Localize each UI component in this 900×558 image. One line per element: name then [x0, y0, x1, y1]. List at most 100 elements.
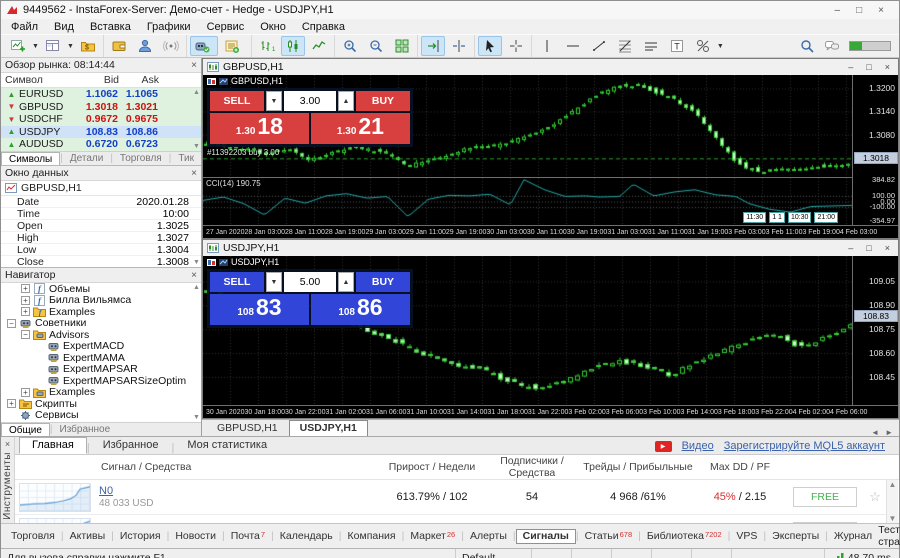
navigator-item[interactable]: −Советники: [1, 318, 201, 330]
market-watch-tab-2[interactable]: Детали: [63, 152, 110, 165]
tab-scroll-right-icon[interactable]: ►: [885, 428, 893, 436]
scroll-up-icon[interactable]: ▲: [193, 89, 200, 96]
window-close-button[interactable]: ×: [878, 5, 884, 16]
favorite-star-icon[interactable]: ☆: [864, 489, 886, 505]
candles-view-button[interactable]: [281, 36, 305, 56]
signals-scrollbar[interactable]: ▲▼: [886, 480, 898, 523]
zoom-in-button[interactable]: [338, 36, 362, 56]
chart-maximize-button[interactable]: □: [866, 243, 871, 253]
toolbox-tab-история[interactable]: История: [114, 530, 167, 542]
market-watch-row[interactable]: ▼GBPUSD1.30181.3021: [1, 101, 201, 114]
menu-item-7[interactable]: Справка: [294, 21, 353, 33]
new-order-button[interactable]: [220, 36, 248, 56]
line-view-button[interactable]: [307, 36, 331, 56]
toolbox-tab-торговля[interactable]: Торговля: [5, 530, 61, 542]
free-button[interactable]: FREE: [793, 522, 857, 523]
chart-tab-2[interactable]: USDJPY,H1: [289, 420, 368, 436]
signal-name-link[interactable]: N0: [99, 485, 113, 497]
toolbox-tab-библиотека[interactable]: Библиотека7202: [641, 530, 728, 542]
navigator-item[interactable]: +fБилла Вильямса: [1, 295, 201, 307]
market-watch-tab-1[interactable]: Символы: [1, 152, 60, 165]
toolbox-tab-компания[interactable]: Компания: [342, 530, 402, 542]
channel-button[interactable]: [639, 36, 663, 56]
menu-item-3[interactable]: Вставка: [82, 21, 139, 33]
autotrade-button[interactable]: [190, 36, 218, 56]
toolbox-tab-новости[interactable]: Новости: [169, 530, 222, 542]
chart-close-button[interactable]: ×: [885, 243, 890, 253]
market-watch-tab-4[interactable]: Тик: [171, 152, 201, 165]
new-chart-button[interactable]: [6, 36, 30, 56]
market-watch-row[interactable]: ▲AUDUSD0.67200.6723: [1, 138, 201, 151]
toolbox-tab-сигналы[interactable]: Сигналы: [516, 529, 576, 544]
navigator-item[interactable]: ExpertMAPSARSizeOptim: [1, 375, 201, 387]
close-icon[interactable]: ×: [191, 168, 197, 179]
cursor-button[interactable]: [478, 36, 502, 56]
chart-titlebar-gbpusd[interactable]: GBPUSD,H1–□×: [203, 59, 898, 75]
text-tool-button[interactable]: T: [665, 36, 689, 56]
fibo-button[interactable]: [613, 36, 637, 56]
navigator-item[interactable]: +Examples: [1, 387, 201, 399]
chart-close-button[interactable]: ×: [885, 62, 890, 72]
chevron-down-icon[interactable]: ▼: [717, 43, 724, 50]
chart-minimize-button[interactable]: –: [848, 243, 853, 253]
crosshair-button[interactable]: [504, 36, 528, 56]
close-icon[interactable]: ×: [191, 60, 197, 71]
buy-button[interactable]: BUY: [356, 272, 410, 292]
navigator-item[interactable]: +Скрипты: [1, 398, 201, 410]
navigator-item[interactable]: +fExamples: [1, 306, 201, 318]
sell-button[interactable]: SELL: [210, 91, 264, 111]
sell-button[interactable]: SELL: [210, 272, 264, 292]
navigator-item[interactable]: ExpertMACD: [1, 341, 201, 353]
register-mql5-link[interactable]: Зарегистрируйте MQL5 аккаунт: [724, 440, 885, 452]
collapse-icon[interactable]: −: [21, 330, 30, 339]
deposit-button[interactable]: [107, 36, 131, 56]
scroll-down-icon[interactable]: ▼: [889, 514, 897, 523]
tile-windows-button[interactable]: [390, 36, 414, 56]
search-icon[interactable]: [799, 38, 815, 54]
tab-scroll-left-icon[interactable]: ◄: [871, 428, 879, 436]
scroll-up-icon[interactable]: ▲: [193, 284, 200, 291]
signals-tab-3[interactable]: Моя статистика: [174, 437, 280, 454]
scroll-down-icon[interactable]: ▼: [193, 143, 200, 150]
trendline-button[interactable]: [587, 36, 611, 56]
volume-input[interactable]: 5.00: [284, 272, 336, 292]
scroll-up-icon[interactable]: ▲: [889, 480, 897, 489]
menu-item-4[interactable]: Графики: [139, 21, 199, 33]
navigator-tab-1[interactable]: Общие: [1, 423, 50, 436]
menu-item-2[interactable]: Вид: [46, 21, 82, 33]
window-maximize-button[interactable]: □: [856, 5, 862, 16]
buy-price-button[interactable]: 10886: [311, 294, 410, 325]
navigator-item[interactable]: +fОбъемы: [1, 283, 201, 295]
collapse-icon[interactable]: −: [7, 319, 16, 328]
autoscroll-button[interactable]: [421, 36, 445, 56]
chart-minimize-button[interactable]: –: [848, 62, 853, 72]
vline-button[interactable]: [535, 36, 559, 56]
toolbox-tab-алерты[interactable]: Алерты: [464, 530, 513, 542]
menu-item-5[interactable]: Сервис: [199, 21, 253, 33]
video-link[interactable]: Видео: [682, 440, 714, 452]
toolbox-tab-маркет[interactable]: Маркет26: [404, 530, 461, 542]
broadcast-button[interactable]: [159, 36, 183, 56]
expand-icon[interactable]: +: [21, 284, 30, 293]
close-icon[interactable]: ×: [191, 270, 197, 281]
scroll-down-icon[interactable]: ▼: [193, 414, 200, 421]
toolbox-tab-активы[interactable]: Активы: [64, 530, 112, 542]
sell-price-button[interactable]: 1.3018: [210, 113, 309, 144]
profiles-button[interactable]: [41, 36, 65, 56]
signal-row[interactable]: N048 033 USD613.79% / 102544 968 /61%45%…: [15, 480, 899, 515]
window-minimize-button[interactable]: –: [835, 5, 841, 16]
buy-price-button[interactable]: 1.3021: [311, 113, 410, 144]
toolbox-tab-календарь[interactable]: Календарь: [274, 530, 339, 542]
toolbox-tab-vps[interactable]: VPS: [730, 530, 763, 542]
volume-decrease-button[interactable]: ▼: [266, 91, 282, 111]
toolbox-tab-журнал[interactable]: Журнал: [828, 530, 878, 542]
market-watch-row[interactable]: ▲EURUSD1.10621.1065: [1, 88, 201, 101]
status-profile[interactable]: Default: [456, 549, 532, 558]
sell-price-button[interactable]: 10883: [210, 294, 309, 325]
expand-icon[interactable]: +: [21, 296, 30, 305]
menu-item-1[interactable]: Файл: [3, 21, 46, 33]
bars-view-button[interactable]: 1: [255, 36, 279, 56]
chart-maximize-button[interactable]: □: [866, 62, 871, 72]
volume-increase-button[interactable]: ▲: [338, 272, 354, 292]
signals-tab-1[interactable]: Главная: [19, 437, 87, 454]
